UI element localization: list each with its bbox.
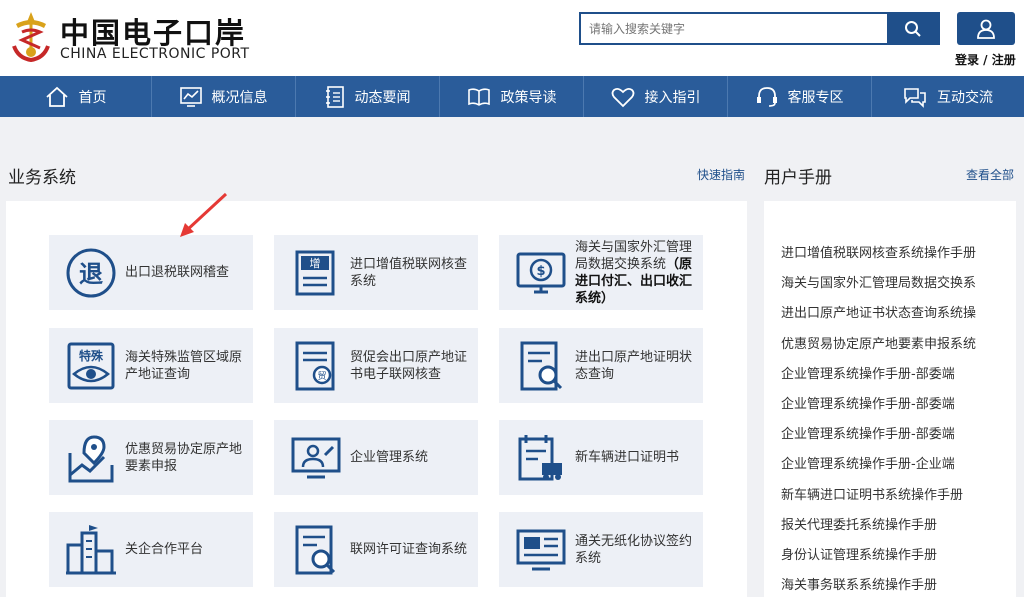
- manual-item[interactable]: 报关代理委托系统操作手册: [781, 511, 976, 541]
- card-label: 进口增值税联网核查系统: [350, 256, 468, 289]
- main-nav: 首页 概况信息 动态要闻 政策导读 接入指引 客服专区 互动交流: [0, 76, 1024, 117]
- book-icon: [467, 87, 490, 106]
- card-label: 通关无纸化协议签约系统: [575, 533, 693, 566]
- card-label: 海关特殊监管区域原产地证查询: [125, 349, 243, 382]
- vat-document-icon: 增: [286, 243, 346, 303]
- customs-emblem-icon[interactable]: [6, 8, 56, 66]
- nav-label-policy: 政策导读: [500, 89, 557, 106]
- card-label: 进出口原产地证明状态查询: [575, 349, 693, 382]
- card-enterprise-management[interactable]: 企业管理系统: [274, 420, 478, 495]
- business-systems-panel: 退 出口退税联网稽查 增 进口增值税联网核查系统 $ 海关与国家外汇管理局数据交…: [6, 192, 747, 597]
- main-content: 业务系统 快速指南 用户手册 查看全部 退 出口退税联网稽查 增 进口增值税联网…: [0, 117, 1024, 597]
- headset-icon: [756, 86, 777, 107]
- chart-icon: [179, 86, 202, 107]
- search-input[interactable]: [589, 14, 889, 43]
- forex-monitor-icon: $: [511, 243, 571, 303]
- svg-text:特殊: 特殊: [79, 348, 104, 363]
- login-register-link[interactable]: 登录 / 注册: [955, 51, 1016, 68]
- nav-item-policy[interactable]: 政策导读: [440, 76, 584, 117]
- manual-item[interactable]: 身份认证管理系统操作手册: [781, 541, 976, 571]
- manual-item[interactable]: 新车辆进口证明书系统操作手册: [781, 481, 976, 511]
- red-arrow-annotation: [180, 192, 228, 237]
- svg-text:增: 增: [310, 256, 321, 270]
- building-icon: [61, 520, 121, 580]
- nav-label-access-guide: 接入指引: [644, 89, 701, 106]
- nav-label-news: 动态要闻: [354, 89, 411, 106]
- card-ccpit-certificate[interactable]: 贸 贸促会出口原产地证书电子联网核查: [274, 328, 478, 403]
- manual-item[interactable]: 企业管理系统操作手册-企业端: [781, 450, 976, 480]
- card-customs-cooperation[interactable]: 关企合作平台: [49, 512, 253, 587]
- header: 中国电子口岸 CHINA ELECTRONIC PORT 登录 / 注册: [0, 0, 1024, 76]
- svg-text:$: $: [536, 264, 545, 279]
- manual-item[interactable]: 企业管理系统操作手册-部委端: [781, 390, 976, 420]
- logo-english-title: CHINA ELECTRONIC PORT: [60, 46, 250, 62]
- manual-item[interactable]: 海关事务联系系统操作手册: [781, 571, 976, 597]
- card-special-zone[interactable]: 特殊 海关特殊监管区域原产地证查询: [49, 328, 253, 403]
- license-search-icon: [286, 520, 346, 580]
- card-label: 新车辆进口证明书: [575, 450, 680, 465]
- enterprise-icon: [286, 428, 346, 488]
- view-all-link[interactable]: 查看全部: [966, 166, 1014, 183]
- document-search-icon: [511, 336, 571, 396]
- card-label: 贸促会出口原产地证书电子联网核查: [350, 349, 468, 382]
- user-icon: [977, 19, 995, 39]
- search-button[interactable]: [887, 14, 938, 43]
- card-preferential-trade[interactable]: 优惠贸易协定原产地要素申报: [49, 420, 253, 495]
- card-export-tax-refund[interactable]: 退 出口退税联网稽查: [49, 235, 253, 310]
- heart-icon: [611, 87, 634, 107]
- card-forex-exchange[interactable]: $ 海关与国家外汇管理局数据交换系统（原进口付汇、出口收汇系统）: [499, 235, 703, 310]
- vehicle-certificate-icon: [511, 428, 571, 488]
- nav-label-customer-service: 客服专区: [787, 89, 844, 106]
- manual-item[interactable]: 企业管理系统操作手册-部委端: [781, 360, 976, 390]
- nav-item-news[interactable]: 动态要闻: [296, 76, 440, 117]
- nav-item-interaction[interactable]: 互动交流: [872, 76, 1024, 117]
- nav-item-access-guide[interactable]: 接入指引: [584, 76, 728, 117]
- manual-item[interactable]: 进口增值税联网核查系统操作手册: [781, 239, 976, 269]
- search-icon: [904, 20, 921, 37]
- svg-text:退: 退: [79, 260, 103, 288]
- chat-icon: [904, 87, 926, 108]
- manual-list: 进口增值税联网核查系统操作手册 海关与国家外汇管理局数据交换系 进出口原产地证书…: [781, 239, 976, 597]
- card-origin-status[interactable]: 进出口原产地证明状态查询: [499, 328, 703, 403]
- nav-item-customer-service[interactable]: 客服专区: [728, 76, 872, 117]
- card-paperless-agreement[interactable]: 通关无纸化协议签约系统: [499, 512, 703, 587]
- card-license-query[interactable]: 联网许可证查询系统: [274, 512, 478, 587]
- card-label: 企业管理系统: [350, 450, 429, 465]
- nav-label-home: 首页: [78, 89, 107, 106]
- map-pin-icon: [61, 428, 121, 488]
- card-vehicle-certificate[interactable]: 新车辆进口证明书: [499, 420, 703, 495]
- user-button[interactable]: [957, 12, 1015, 45]
- news-icon: [325, 85, 344, 108]
- nav-label-interaction: 互动交流: [937, 89, 993, 106]
- card-import-vat[interactable]: 增 进口增值税联网核查系统: [274, 235, 478, 310]
- manual-item[interactable]: 海关与国家外汇管理局数据交换系: [781, 269, 976, 299]
- nav-item-overview[interactable]: 概况信息: [152, 76, 296, 117]
- card-label: 联网许可证查询系统: [350, 542, 468, 557]
- card-label: 出口退税联网稽查: [125, 265, 230, 280]
- card-label: 关企合作平台: [125, 542, 204, 557]
- search-box: [579, 12, 940, 45]
- certificate-icon: 贸: [286, 336, 346, 396]
- paperless-icon: [511, 520, 571, 580]
- business-section-title: 业务系统: [8, 168, 76, 188]
- manual-item[interactable]: 企业管理系统操作手册-部委端: [781, 420, 976, 450]
- special-zone-icon: 特殊: [61, 336, 121, 396]
- quick-guide-link[interactable]: 快速指南: [697, 166, 745, 183]
- card-label: 海关与国家外汇管理局数据交换系统（原进口付汇、出口收汇系统）: [575, 239, 701, 307]
- card-label: 优惠贸易协定原产地要素申报: [125, 441, 243, 474]
- manual-item[interactable]: 进出口原产地证书状态查询系统操: [781, 299, 976, 329]
- svg-text:贸: 贸: [317, 370, 326, 382]
- manual-item[interactable]: 优惠贸易协定原产地要素申报系统: [781, 330, 976, 360]
- tax-refund-icon: 退: [61, 243, 121, 303]
- nav-label-overview: 概况信息: [211, 89, 268, 106]
- user-manuals-panel: 进口增值税联网核查系统操作手册 海关与国家外汇管理局数据交换系 进出口原产地证书…: [764, 201, 1016, 597]
- nav-item-home[interactable]: 首页: [0, 76, 152, 117]
- home-icon: [45, 86, 68, 107]
- manuals-section-title: 用户手册: [764, 168, 832, 188]
